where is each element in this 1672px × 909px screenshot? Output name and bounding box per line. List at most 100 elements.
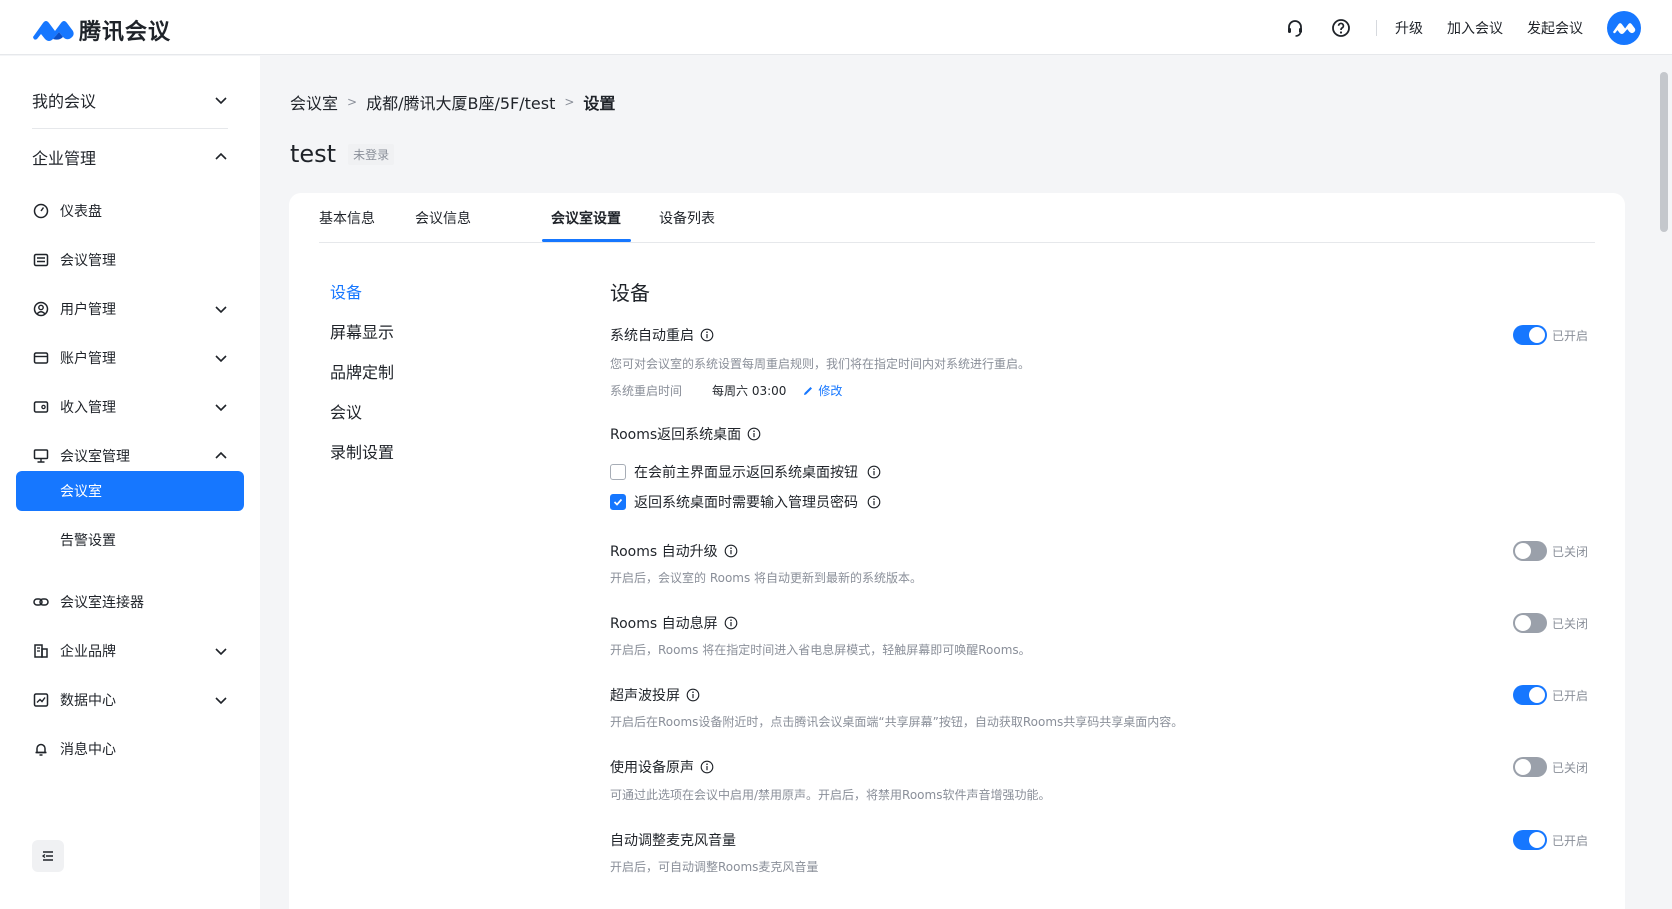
sidebar-item-label: 会议室连接器: [60, 595, 144, 611]
tab-device-list[interactable]: 设备列表: [659, 193, 715, 243]
info-icon[interactable]: [700, 760, 714, 774]
toggle-switch[interactable]: [1513, 325, 1547, 345]
join-meeting-link[interactable]: 加入会议: [1447, 18, 1503, 38]
setting-description: 开启后，Rooms 将在指定时间进入省电息屏模式，轻触屏幕即可唤醒Rooms。: [610, 643, 1031, 657]
restart-time-value: 每周六 03:00: [712, 384, 787, 398]
sidebar-group-label: 企业管理: [32, 149, 97, 168]
sidebar-divider: [32, 128, 228, 129]
toggle-switch[interactable]: [1513, 757, 1547, 777]
sidebar-subitem-alert-settings[interactable]: 告警设置: [16, 520, 244, 560]
sidebar-item-dashboard[interactable]: 仪表盘: [32, 196, 228, 226]
chevron-down-icon: [215, 648, 227, 656]
ultrasonic-toggle[interactable]: 已开启: [1513, 685, 1588, 705]
sidebar-group-label: 我的会议: [32, 92, 97, 111]
info-icon[interactable]: [724, 544, 738, 558]
room-name: test: [290, 140, 337, 168]
sidebar-group-my-meetings[interactable]: 我的会议: [32, 85, 228, 115]
tab-meeting-info[interactable]: 会议信息: [415, 193, 471, 243]
sidebar-item-enterprise-brand[interactable]: 企业品牌: [32, 636, 228, 666]
toggle-switch[interactable]: [1513, 613, 1547, 633]
info-icon[interactable]: [700, 328, 714, 342]
sidebar-item-meeting-management[interactable]: 会议管理: [32, 245, 228, 275]
sidebar-item-user-management[interactable]: 用户管理: [32, 294, 228, 324]
bell-icon: [32, 740, 50, 758]
subnav-device[interactable]: 设备: [330, 279, 362, 303]
checkmark-icon: [613, 498, 623, 506]
sidebar-subitem-room[interactable]: 会议室: [16, 471, 244, 511]
option-label: 返回系统桌面时需要输入管理员密码: [634, 495, 858, 511]
tencent-meeting-logo-icon: [33, 21, 74, 41]
chart-icon: [32, 691, 50, 709]
subnav-recording-settings[interactable]: 录制设置: [330, 439, 394, 463]
sidebar-item-label: 用户管理: [60, 302, 116, 318]
toggle-switch[interactable]: [1513, 685, 1547, 705]
require-admin-password-checkbox[interactable]: [610, 494, 626, 510]
sidebar-item-label: 数据中心: [60, 693, 116, 709]
setting-description: 开启后，可自动调整Rooms麦克风音量: [610, 860, 819, 874]
info-icon[interactable]: [724, 616, 738, 630]
mic-volume-toggle[interactable]: 已开启: [1513, 830, 1588, 850]
headset-support-icon[interactable]: [1284, 17, 1306, 39]
setting-label: Rooms 自动息屏: [610, 616, 718, 632]
dashboard-gauge-icon: [32, 202, 50, 220]
help-icon[interactable]: [1330, 17, 1352, 39]
sidebar-group-enterprise[interactable]: 企业管理: [32, 142, 228, 172]
sidebar-item-account-management[interactable]: 账户管理: [32, 343, 228, 373]
require-admin-password-option: 返回系统桌面时需要输入管理员密码: [610, 492, 881, 512]
edit-restart-time-link[interactable]: 修改: [802, 382, 842, 399]
auto-upgrade-toggle[interactable]: 已关闭: [1513, 541, 1588, 561]
tab-basic-info[interactable]: 基本信息: [319, 193, 375, 243]
restart-time-label: 系统重启时间: [610, 384, 683, 398]
info-icon[interactable]: [867, 465, 881, 479]
sidebar-item-message-center[interactable]: 消息中心: [32, 734, 228, 764]
setting-description: 可通过此选项在会议中启用/禁用原声。开启后，将禁用Rooms软件声音增强功能。: [610, 788, 1051, 802]
user-icon: [32, 300, 50, 318]
restart-time-row: 系统重启时间 每周六 03:00 修改: [610, 382, 842, 399]
info-icon[interactable]: [747, 427, 761, 441]
chevron-down-icon: [215, 355, 227, 363]
setting-description: 开启后在Rooms设备附近时，点击腾讯会议桌面端“共享屏幕”按钮，自动获取Roo…: [610, 715, 1184, 729]
setting-auto-sleep-title: Rooms 自动息屏: [610, 613, 738, 633]
subnav-screen-display[interactable]: 屏幕显示: [330, 319, 394, 343]
subnav-meeting[interactable]: 会议: [330, 399, 362, 423]
info-icon[interactable]: [867, 495, 881, 509]
avatar-logo-icon: [1613, 22, 1636, 34]
sidebar-item-label: 企业品牌: [60, 644, 116, 660]
scrollbar-thumb[interactable]: [1660, 72, 1668, 232]
toggle-switch[interactable]: [1513, 541, 1547, 561]
raw-sound-toggle[interactable]: 已关闭: [1513, 757, 1588, 777]
setting-label: 使用设备原声: [610, 760, 694, 776]
breadcrumb-path-link[interactable]: 成都/腾讯大厦B座/5F/test: [366, 90, 555, 114]
subnav-brand-customization[interactable]: 品牌定制: [330, 359, 394, 383]
auto-restart-toggle[interactable]: 已开启: [1513, 325, 1588, 345]
start-meeting-link[interactable]: 发起会议: [1527, 18, 1583, 38]
page-title: test 未登录: [290, 140, 395, 168]
toggle-switch[interactable]: [1513, 830, 1547, 850]
setting-raw-sound-title: 使用设备原声: [610, 757, 714, 777]
upgrade-link[interactable]: 升级: [1395, 18, 1423, 38]
page-scrollbar[interactable]: [1656, 56, 1672, 909]
sidebar-item-room-connector[interactable]: 会议室连接器: [32, 587, 228, 617]
auto-sleep-toggle[interactable]: 已关闭: [1513, 613, 1588, 633]
avatar[interactable]: [1607, 10, 1641, 45]
show-return-desktop-checkbox[interactable]: [610, 464, 626, 480]
tab-bar: 基本信息 会议信息 会议室设置 设备列表: [319, 193, 1595, 243]
sidebar-item-data-center[interactable]: 数据中心: [32, 685, 228, 715]
toggle-state-label: 已开启: [1552, 688, 1589, 703]
breadcrumb-root-link[interactable]: 会议室: [290, 90, 338, 114]
tab-room-settings[interactable]: 会议室设置: [551, 193, 621, 243]
toggle-state-label: 已关闭: [1552, 616, 1589, 631]
toggle-state-label: 已关闭: [1552, 760, 1589, 775]
wallet-icon: [32, 398, 50, 416]
app-logo[interactable]: 腾讯会议: [31, 14, 171, 46]
toggle-state-label: 已关闭: [1552, 544, 1589, 559]
edit-label: 修改: [818, 384, 843, 398]
sidebar-item-income-management[interactable]: 收入管理: [32, 392, 228, 422]
toggle-state-label: 已开启: [1552, 833, 1589, 848]
pencil-icon: [804, 386, 813, 395]
info-icon[interactable]: [686, 688, 700, 702]
setting-return-desktop-title: Rooms返回系统桌面: [610, 424, 761, 444]
sidebar-collapse-button[interactable]: [32, 840, 64, 872]
breadcrumb-separator: >: [347, 95, 358, 109]
sidebar-item-room-management[interactable]: 会议室管理: [32, 441, 228, 471]
